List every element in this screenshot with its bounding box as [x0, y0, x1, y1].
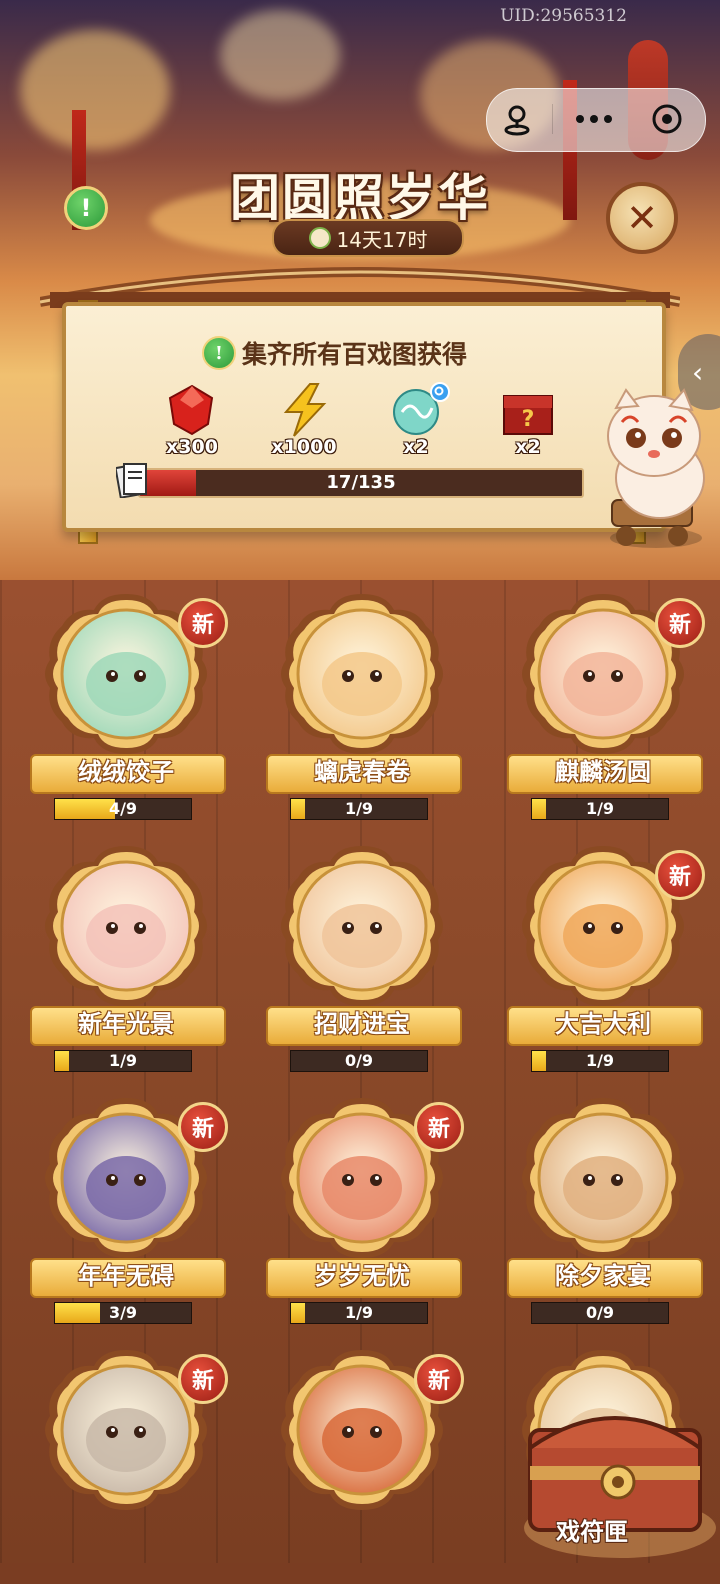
card-progress-bar: 4/9 [54, 798, 192, 820]
red-gem-icon [168, 384, 214, 436]
card-progress-text: 1/9 [585, 1051, 615, 1070]
new-badge: 新 [178, 598, 228, 648]
lightning-icon [283, 383, 327, 437]
collection-progress-text: 17/135 [326, 472, 396, 493]
more-dots-icon [576, 115, 612, 123]
card-name: 除夕家宴 [555, 1261, 651, 1290]
collection-card[interactable]: 螭虎春卷 1/9 [262, 588, 462, 828]
card-progress-text: 0/9 [344, 1051, 374, 1070]
collection-card[interactable]: 除夕家宴 0/9 [503, 1092, 703, 1332]
card-nameplate: 大吉大利 [503, 1004, 703, 1046]
reward-item[interactable]: ? x2 [488, 382, 568, 458]
card-progress-text: 1/9 [585, 799, 615, 818]
card-name: 大吉大利 [555, 1009, 651, 1038]
collection-card[interactable]: 新年年无碍 3/9 [26, 1092, 228, 1332]
joystick-button[interactable] [486, 88, 548, 150]
card-name: 麒麟汤圆 [555, 757, 651, 786]
new-badge: 新 [414, 1354, 464, 1404]
card-name: 螭虎春卷 [314, 757, 410, 786]
new-badge: 新 [414, 1102, 464, 1152]
collection-card[interactable]: 招财进宝 0/9 [262, 840, 462, 1080]
new-badge: 新 [178, 1354, 228, 1404]
card-progress-bar: 0/9 [290, 1050, 428, 1072]
close-icon: ✕ [626, 196, 658, 240]
uid-label: UID:29565312 [500, 6, 627, 26]
collection-card[interactable]: 新 [26, 1344, 228, 1584]
background-glow [20, 30, 170, 150]
scroll-cards-icon [116, 463, 147, 498]
chest-label[interactable]: 戏符匣 [556, 1512, 628, 1547]
card-progress-text: 1/9 [344, 1303, 374, 1322]
collection-card[interactable]: 新年光景 1/9 [26, 840, 226, 1080]
timer-text: 14天17时 [336, 227, 428, 252]
capsule-divider [552, 104, 553, 134]
card-nameplate: 岁岁无忧 [262, 1256, 462, 1298]
collection-card[interactable]: 新 [262, 1344, 464, 1584]
mystery-chest-icon: ? [503, 395, 553, 435]
reward-item[interactable]: x1000 [264, 382, 344, 458]
reward-panel-title-text: 集齐所有百戏图获得 [242, 340, 468, 369]
card-progress-bar: 3/9 [54, 1302, 192, 1324]
card-progress-bar: 1/9 [290, 1302, 428, 1324]
card-artwork [281, 594, 443, 754]
card-progress-text: 1/9 [108, 1051, 138, 1070]
reward-quantity: x2 [515, 436, 541, 458]
reward-quantity: x1000 [271, 436, 337, 458]
more-button[interactable] [563, 88, 625, 150]
reward-item[interactable]: x2 [376, 382, 456, 458]
background-glow [220, 10, 340, 100]
chevron-left-icon: ‹ [692, 355, 704, 389]
new-badge: 新 [655, 598, 705, 648]
collection-progress-bar: 17/135 [138, 468, 584, 498]
card-name: 年年无碍 [78, 1261, 174, 1290]
card-name: 招财进宝 [314, 1009, 410, 1038]
jade-cloud-icon [393, 382, 450, 435]
reward-quantity: x2 [403, 436, 429, 458]
collection-card[interactable]: 新岁岁无忧 1/9 [262, 1092, 464, 1332]
card-artwork [281, 846, 443, 1006]
reward-quantity: x300 [166, 436, 218, 458]
card-nameplate: 除夕家宴 [503, 1256, 703, 1298]
collection-card[interactable]: 新大吉大利 1/9 [503, 840, 705, 1080]
new-badge: 新 [655, 850, 705, 900]
event-timer: 14天17时 [272, 219, 464, 257]
card-nameplate: 招财进宝 [262, 1004, 462, 1046]
card-nameplate: 新年光景 [26, 1004, 226, 1046]
reward-panel-title: ! 集齐所有百戏图获得 [202, 336, 467, 370]
card-artwork [45, 846, 207, 1006]
card-progress-bar: 1/9 [290, 798, 428, 820]
new-badge: 新 [178, 1102, 228, 1152]
card-progress-bar: 1/9 [531, 798, 669, 820]
card-name: 岁岁无忧 [314, 1261, 410, 1290]
target-circle-icon [652, 104, 682, 134]
card-progress-text: 1/9 [344, 799, 374, 818]
collection-card[interactable]: 新绒绒饺子 4/9 [26, 588, 228, 828]
card-nameplate: 螭虎春卷 [262, 752, 462, 794]
clock-icon [308, 227, 331, 249]
card-progress-bar: 0/9 [531, 1302, 669, 1324]
card-progress-text: 4/9 [108, 799, 138, 818]
svg-text:?: ? [522, 407, 535, 432]
exclamation-icon[interactable]: ! [202, 336, 236, 370]
card-progress-bar: 1/9 [531, 1050, 669, 1072]
card-name: 绒绒饺子 [78, 757, 174, 786]
cat-mascot-icon [607, 388, 705, 548]
card-artwork [522, 1098, 684, 1258]
card-nameplate: 年年无碍 [26, 1256, 226, 1298]
collection-card[interactable]: 新麒麟汤圆 1/9 [503, 588, 705, 828]
close-button[interactable]: ✕ [606, 182, 678, 254]
joystick-icon [504, 105, 530, 136]
card-nameplate: 麒麟汤圆 [503, 752, 703, 794]
reward-item[interactable]: x300 [152, 382, 232, 458]
card-progress-text: 3/9 [108, 1303, 138, 1322]
exit-miniapp-button[interactable] [636, 88, 698, 150]
card-name: 新年光景 [78, 1009, 174, 1038]
card-progress-text: 0/9 [585, 1303, 615, 1322]
card-nameplate: 绒绒饺子 [26, 752, 226, 794]
card-progress-bar: 1/9 [54, 1050, 192, 1072]
